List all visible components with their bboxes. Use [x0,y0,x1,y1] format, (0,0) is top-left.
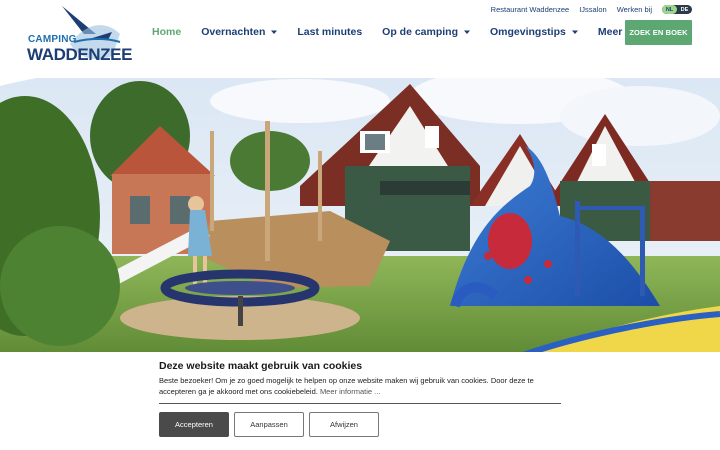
nav-item-overnachten[interactable]: Overnachten [201,26,278,38]
topbar-link-ijssalon[interactable]: IJssalon [579,5,607,14]
hero-image [0,56,720,356]
nav-item-home[interactable]: Home [152,26,181,38]
main-navigation: Home Overnachten Last minutes Op de camp… [152,26,677,38]
cookie-divider [159,403,561,404]
cookie-banner: Deze website maakt gebruik van cookies B… [0,352,720,450]
nav-label: Overnachten [201,26,266,38]
zoek-en-boek-button[interactable]: ZOEK EN BOEK [625,20,692,45]
language-nl[interactable]: NL [662,5,677,14]
nav-item-omgevingstips[interactable]: Omgevingstips [490,26,578,38]
language-switch[interactable]: NL DE [662,5,692,14]
nav-label: Home [152,26,182,38]
chevron-down-icon [464,30,470,34]
adjust-cookies-button[interactable]: Aanpassen [234,412,304,437]
language-de[interactable]: DE [677,5,692,14]
accept-cookies-button[interactable]: Accepteren [159,412,229,437]
nav-item-last-minutes[interactable]: Last minutes [297,26,362,38]
site-logo[interactable]: CAMPING WADDENZEE [26,4,132,66]
cookie-title: Deze website maakt gebruik van cookies [159,360,363,372]
reject-cookies-button[interactable]: Afwijzen [309,412,379,437]
nav-label: Last minutes [297,26,363,38]
site-header: CAMPING WADDENZEE Restaurant Waddenzee I… [0,0,720,78]
chevron-down-icon [271,30,278,34]
nav-label: Omgevingstips [490,26,566,38]
logo-text-waddenzee: WADDENZEE [27,45,133,64]
topbar-link-werken-bij[interactable]: Werken bij [617,5,652,14]
nav-item-op-de-camping[interactable]: Op de camping [382,26,470,38]
topbar-link-restaurant[interactable]: Restaurant Waddenzee [491,5,570,14]
nav-label: Op de camping [382,26,458,38]
chevron-down-icon [571,30,578,34]
cookie-more-info-link[interactable]: Meer informatie ... [320,387,380,396]
page: CAMPING WADDENZEE Restaurant Waddenzee I… [0,0,720,450]
logo-text-camping: CAMPING [28,34,77,45]
top-bar: Restaurant Waddenzee IJssalon Werken bij… [491,5,692,14]
cookie-text: Beste bezoeker! Om je zo goed mogelijk t… [159,375,559,397]
